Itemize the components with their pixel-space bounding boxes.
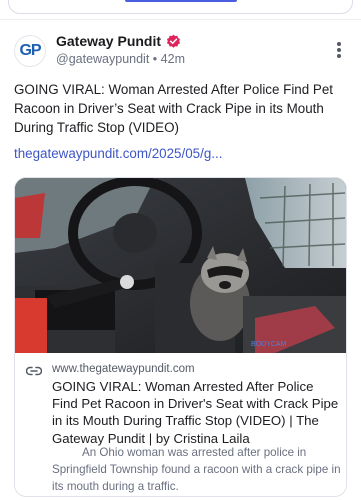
- svg-text:BODYCAM: BODYCAM: [251, 341, 287, 348]
- avatar[interactable]: GP: [14, 35, 46, 67]
- separator-dot: •: [152, 52, 158, 66]
- card-title[interactable]: GOING VIRAL: Woman Arrested After Police…: [52, 378, 342, 447]
- card-domain: www.thegatewaypundit.com: [52, 363, 195, 375]
- link-preview-card[interactable]: BODYCAM www.thegatewaypundit.com GOING V…: [14, 177, 347, 497]
- divider: [0, 19, 361, 20]
- handle[interactable]: @gatewaypundit: [56, 52, 149, 66]
- post-link[interactable]: thegatewaypundit.com/2025/05/g...: [14, 146, 222, 161]
- top-tab-bar: [0, 0, 361, 18]
- post-time: 42m: [160, 52, 185, 66]
- preview-image[interactable]: BODYCAM: [15, 178, 347, 353]
- card-description: An Ohio woman was arrested after police …: [52, 446, 341, 493]
- author-row: Gateway Pundit: [56, 33, 181, 49]
- verified-badge-icon: [166, 34, 181, 48]
- handle-row: @gatewaypundit • 42m: [56, 52, 185, 66]
- author-name[interactable]: Gateway Pundit: [56, 33, 161, 49]
- more-options-icon[interactable]: [331, 40, 347, 62]
- post-header: GP Gateway Pundit @gatewaypundit • 42m: [14, 32, 349, 72]
- post-text: GOING VIRAL: Woman Arrested After Police…: [14, 82, 334, 135]
- avatar-logo-text: GP: [19, 42, 41, 59]
- link-icon: [26, 366, 42, 376]
- top-pill[interactable]: [8, 0, 353, 14]
- active-tab-indicator: [125, 0, 237, 2]
